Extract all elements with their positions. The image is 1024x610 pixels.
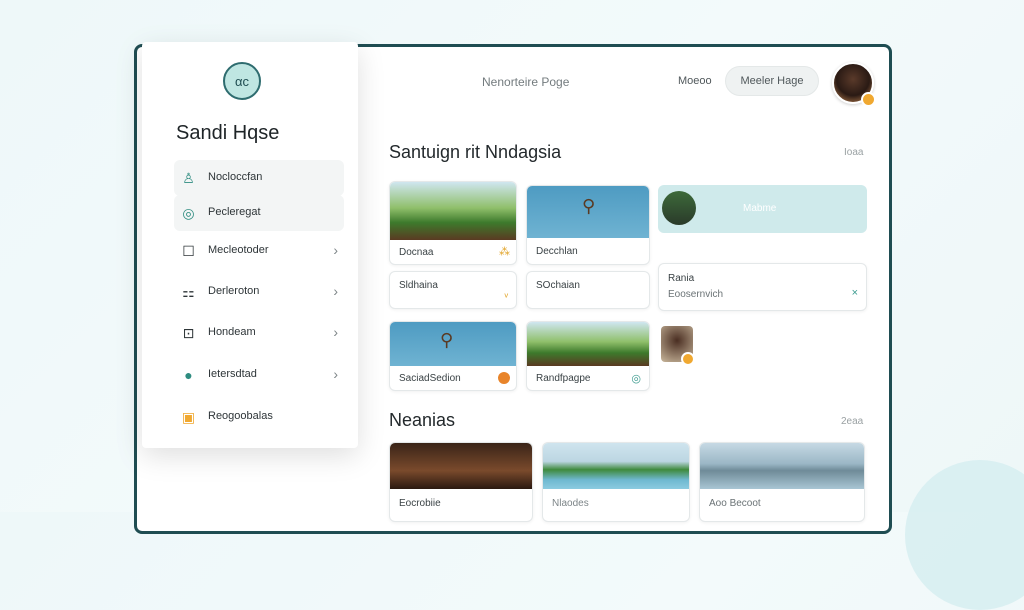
card-label: Decchlan [536,246,578,257]
grid-icon: ⚏ [182,284,195,300]
logo-icon[interactable]: αc [223,62,261,100]
card-image [390,443,532,489]
form-label: Rania [668,273,695,284]
image-icon: ⊡ [182,325,195,341]
sidebar-item-5[interactable]: ● Ietersdtad › [174,357,344,393]
sidebar-item-label: Mecleotoder [208,244,269,256]
card-label: Sldhaina [399,280,438,291]
avatar-badge [861,92,876,107]
sparkle-icon: ⁂ [499,246,510,258]
card-thumb [662,191,696,225]
section-title-news: Neanias [389,410,456,430]
card-resort[interactable]: Docnaa ⁂ [389,181,517,265]
card-image [700,443,864,489]
card-image [543,443,689,489]
form-value[interactable]: Eoosernvich [668,289,723,300]
card-label: Randfpagpe [536,373,591,384]
globe-icon: ● [184,367,193,383]
chevron-right-icon: › [333,366,338,382]
sidebar-item-label: Hondeam [208,326,256,338]
sidebar-item-4[interactable]: ⊡ Hondeam › [174,315,344,351]
sidebar-item-1[interactable]: ◎ Pecleregat [174,195,344,231]
bag-icon: ▣ [181,409,196,425]
mark-icon: ⚲ [582,196,596,216]
header-pill-button[interactable]: Meeler Hage [725,66,819,96]
section-meta-featured[interactable]: Ioaa [844,147,863,158]
avatar-small-badge [681,352,695,366]
sidebar: αc Sandi Hqse ♙ Nocloccfan ◎ Pecleregat … [142,42,358,448]
form-card[interactable]: Rania Eoosernvich × [658,263,867,311]
card-label: SaciadSedion [399,373,461,384]
sidebar-item-label: Pecleregat [208,206,261,218]
person-icon: ♙ [182,170,195,186]
card-small[interactable]: Sldhaina ᵥ [389,271,517,309]
sidebar-item-label: Nocloccfan [208,171,263,183]
heart-icon: ᵥ [504,288,508,300]
background-circle [905,460,1024,610]
card-label: Aoo Becoot [709,498,761,509]
sidebar-item-6[interactable]: ▣ Reogoobalas [174,399,344,435]
page-title: Nenorteire Poge [482,75,570,89]
sidebar-item-label: Reogoobalas [208,410,273,422]
header-link[interactable]: Moeoo [678,75,712,87]
sidebar-item-label: Ietersdtad [208,368,257,380]
sidebar-item-3[interactable]: ⚏ Derleroton › [174,274,344,310]
card-interior[interactable]: Eocrobiie [389,442,533,522]
sidebar-item-label: Derleroton [208,285,260,297]
section-title-featured: Santuign rit Nndagsia [389,142,562,162]
card-bay[interactable]: Aoo Becoot [699,442,865,522]
card-label: Eocrobiie [399,498,441,509]
check-icon: ◎ [631,373,641,385]
section-meta-news[interactable]: 2eaa [841,416,863,427]
user-name: Sandi Hqse [176,122,280,144]
square-icon: ☐ [182,243,195,259]
mark-icon: ⚲ [440,330,454,350]
card-wide-teal[interactable]: Mabme [658,185,867,233]
header-pill-label: Meeler Hage [740,75,804,87]
card-label: Docnaa [399,247,434,258]
card-small[interactable]: SOchaian [526,271,650,309]
chevron-right-icon: › [333,242,338,258]
card-label: Mabme [743,203,777,214]
sidebar-item-2[interactable]: ☐ Mecleotoder › [174,233,344,269]
logo-text: αc [234,73,249,89]
leaf-icon: ◎ [182,205,195,221]
card-image [390,182,516,240]
sidebar-item-0[interactable]: ♙ Nocloccfan [174,160,344,196]
card-label: SOchaian [536,280,580,291]
chevron-right-icon: › [333,283,338,299]
card-lake[interactable]: Nlaodes [542,442,690,522]
close-icon[interactable]: × [852,287,858,299]
card-blue-2[interactable]: ⚲ SaciadSedion [389,321,517,391]
chevron-right-icon: › [333,324,338,340]
card-blue[interactable]: ⚲ Decchlan [526,185,650,265]
card-label: Nlaodes [552,498,589,509]
badge-icon [498,372,510,384]
card-image [527,322,649,366]
card-resort-2[interactable]: Randfpagpe ◎ [526,321,650,391]
